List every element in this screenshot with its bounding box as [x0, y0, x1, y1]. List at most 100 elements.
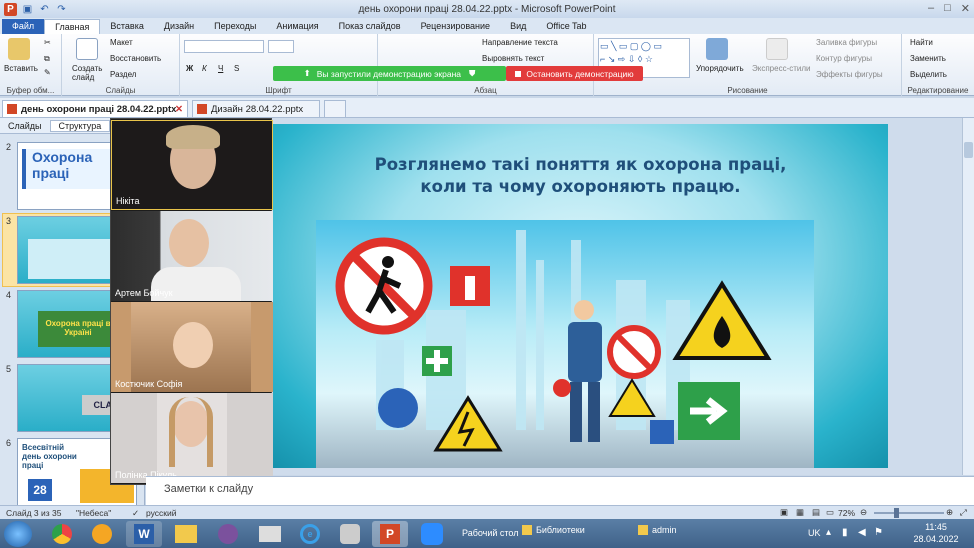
viber-icon[interactable] [210, 521, 246, 547]
participant-video[interactable]: Полінка Пікуль [111, 393, 273, 483]
tab-home[interactable]: Главная [44, 19, 101, 34]
paste-button[interactable]: Вставить [4, 64, 38, 73]
doc-tab-design[interactable]: Дизайн 28.04.22.pptx [192, 100, 320, 117]
font-size-input[interactable] [268, 40, 294, 53]
restore-button[interactable]: Восстановить [110, 54, 161, 63]
select-button[interactable]: Выделить [910, 70, 947, 79]
format-painter-icon[interactable]: ✎ [44, 68, 51, 77]
zoom-slider[interactable] [874, 508, 944, 518]
arrange-button[interactable]: Упорядочить [696, 64, 744, 73]
align-text-button[interactable]: Выровнять текст [482, 54, 544, 63]
powerpoint-taskbar-icon[interactable]: P [372, 521, 408, 547]
media-icon[interactable] [252, 521, 288, 547]
flag-icon[interactable]: ⚑ [874, 527, 883, 538]
new-tab-button[interactable] [324, 100, 346, 117]
tab-transitions[interactable]: Переходы [204, 19, 266, 34]
shadow-button[interactable]: S [234, 64, 239, 73]
paste-icon[interactable] [8, 38, 30, 60]
network-icon[interactable]: ▮ [842, 527, 848, 538]
slideshow-view-icon[interactable]: ▭ [826, 507, 834, 518]
admin-toolbar[interactable]: admin [652, 525, 677, 535]
maximize-icon[interactable]: □ [944, 2, 951, 15]
replace-button[interactable]: Заменить [910, 54, 946, 63]
tab-slides[interactable]: Слайды [0, 121, 50, 131]
reading-view-icon[interactable]: ▤ [812, 507, 820, 518]
slide-title[interactable]: Розглянемо такі поняття як охорона праці… [333, 154, 828, 198]
zoom-slider-thumb[interactable] [894, 508, 899, 518]
thumb-title: Всесвітній день охорони праці [22, 443, 77, 470]
layout-button[interactable]: Макет [110, 38, 133, 47]
tab-review[interactable]: Рецензирование [411, 19, 501, 34]
close-tab-icon[interactable]: ✕ [175, 101, 183, 118]
participant-video[interactable]: Нікіта [111, 120, 273, 210]
text-direction-button[interactable]: Направление текста [482, 38, 558, 47]
new-slide-button[interactable]: Создать слайд [72, 64, 102, 82]
zoom-level[interactable]: 72% [838, 508, 855, 518]
ie-icon[interactable]: e [292, 521, 328, 547]
quick-styles-button[interactable]: Экспресс-стили [752, 64, 811, 73]
desktop-toolbar[interactable]: Рабочий стол [462, 528, 519, 538]
start-button[interactable] [4, 521, 32, 547]
stop-share-button[interactable]: Остановить демонстрацию [506, 66, 643, 81]
italic-button[interactable]: К [202, 64, 207, 73]
quick-styles-icon[interactable] [766, 38, 788, 60]
explorer-icon[interactable] [168, 521, 204, 547]
word-icon[interactable]: W [126, 521, 162, 547]
notes-pane[interactable]: Заметки к слайду [146, 476, 974, 505]
tab-insert[interactable]: Вставка [100, 19, 153, 34]
copy-icon[interactable]: ⧉ [44, 54, 50, 64]
tab-file[interactable]: Файл [2, 19, 45, 34]
tab-slideshow[interactable]: Показ слайдов [329, 19, 411, 34]
tab-design[interactable]: Дизайн [154, 19, 204, 34]
font-name-input[interactable] [184, 40, 264, 53]
doc-tab-active[interactable]: день охорони праці 28.04.22.pptx ✕ [2, 100, 188, 117]
tab-view[interactable]: Вид [500, 19, 536, 34]
minimize-icon[interactable]: – [928, 2, 934, 15]
notes-placeholder[interactable]: Заметки к слайду [164, 483, 253, 495]
participant-video[interactable]: Костючик Софія [111, 302, 273, 392]
undo-icon[interactable]: ↶ [38, 3, 51, 16]
find-button[interactable]: Найти [910, 38, 933, 47]
screen-share-status: ⬆ Вы запустили демонстрацию экрана ⛊ [273, 66, 506, 81]
language-indicator[interactable]: русский [146, 508, 177, 518]
clock-time[interactable]: 11:45 [904, 522, 968, 532]
new-slide-icon[interactable] [76, 38, 98, 60]
participant-video[interactable]: Артем Бойчук [111, 211, 273, 301]
cut-icon[interactable]: ✂ [44, 38, 51, 47]
safety-signs-picture[interactable] [316, 220, 814, 468]
vertical-scrollbar[interactable] [962, 118, 974, 475]
current-slide[interactable]: Розглянемо такі поняття як охорона праці… [273, 124, 888, 468]
libraries-toolbar[interactable]: Библиотеки [536, 525, 585, 535]
arrange-icon[interactable] [706, 38, 728, 60]
zoom-in-icon[interactable]: ⊕ [946, 507, 953, 518]
powerpoint-icon[interactable]: P [4, 2, 17, 16]
tab-animation[interactable]: Анимация [266, 19, 328, 34]
shape-effects-button[interactable]: Эффекты фигуры [816, 70, 883, 79]
redo-icon[interactable]: ↷ [55, 3, 68, 16]
app-icon[interactable] [332, 521, 368, 547]
bold-button[interactable]: Ж [186, 64, 193, 73]
underline-button[interactable]: Ч [218, 64, 223, 73]
clock-date[interactable]: 28.04.2022 [904, 534, 968, 544]
close-icon[interactable]: ✕ [961, 2, 970, 15]
section-button[interactable]: Раздел [110, 70, 136, 79]
zoom-app-icon[interactable] [414, 521, 450, 547]
fit-slide-icon[interactable]: ⤢ [960, 507, 967, 518]
tab-outline[interactable]: Структура [49, 119, 111, 132]
shape-fill-button[interactable]: Заливка фигуры [816, 38, 877, 47]
slide-sorter-icon[interactable]: ▦ [796, 507, 804, 518]
normal-view-icon[interactable]: ▣ [780, 507, 788, 518]
zoom-out-icon[interactable]: ⊖ [860, 507, 867, 518]
shape-outline-button[interactable]: Контур фигуры [816, 54, 872, 63]
tray-arrow-icon[interactable]: ▴ [826, 527, 831, 538]
editing-group-label: Редактирование [907, 86, 969, 95]
participant-hair [166, 125, 220, 149]
chrome-icon[interactable] [44, 521, 80, 547]
volume-icon[interactable]: ◀ [858, 527, 866, 538]
input-language[interactable]: UK [808, 528, 821, 538]
tab-office-tab[interactable]: Office Tab [536, 19, 596, 34]
yandex-icon[interactable] [84, 521, 120, 547]
scrollbar-thumb[interactable] [964, 142, 973, 158]
save-icon[interactable]: ▣ [21, 3, 34, 16]
spellcheck-icon[interactable]: ✓ [132, 508, 139, 519]
